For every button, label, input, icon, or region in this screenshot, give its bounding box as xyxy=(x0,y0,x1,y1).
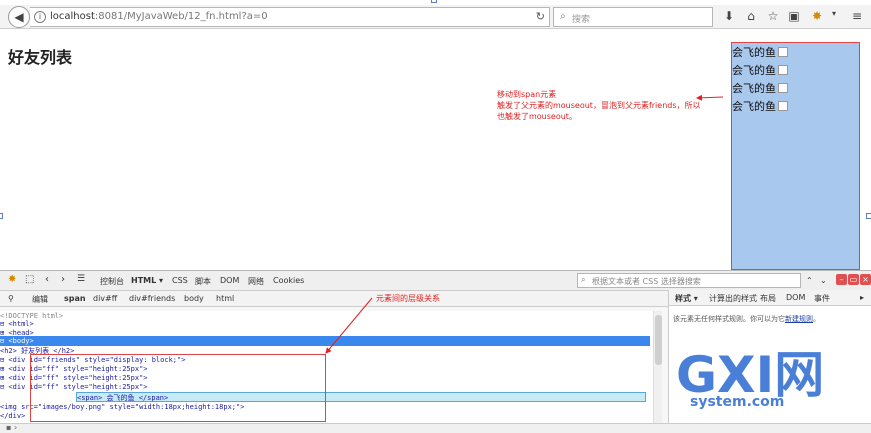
tab-computed[interactable]: 计算出的样式 xyxy=(709,293,757,304)
tab-css[interactable]: CSS xyxy=(172,276,188,285)
statusbar-icon[interactable]: ▪ › xyxy=(6,423,17,432)
tab-network[interactable]: 网络 xyxy=(248,276,264,287)
bookmark-star-icon[interactable]: ☆ xyxy=(765,9,781,23)
detach-icon[interactable]: ▭ xyxy=(848,274,859,285)
friend-item[interactable]: 会飞的鱼 xyxy=(732,43,859,61)
download-icon[interactable]: ⬇ xyxy=(721,9,737,23)
tab-dom[interactable]: DOM xyxy=(220,276,239,285)
avatar xyxy=(778,65,788,75)
annotation-box xyxy=(30,354,326,422)
crumb-span[interactable]: span xyxy=(64,294,86,303)
style-tabs: 样式 ▾ 计算出的样式 布局 DOM 事件 ▸ xyxy=(669,290,871,306)
friend-item[interactable]: 会飞的鱼 xyxy=(732,97,859,115)
firebug-icon[interactable]: ✸ xyxy=(809,9,825,23)
picker-icon[interactable]: ⚲ xyxy=(8,294,14,303)
search-down-icon[interactable]: ⌄ xyxy=(820,276,827,285)
crumb-div-ff[interactable]: div#ff xyxy=(93,294,117,303)
devtools-search-input[interactable]: 根据文本或者 CSS 选择器搜索 xyxy=(592,276,701,287)
friend-name: 会飞的鱼 xyxy=(732,82,776,95)
crumb-html[interactable]: html xyxy=(216,294,234,303)
search-bar[interactable]: ⌕ 搜索 xyxy=(553,7,713,27)
avatar xyxy=(778,83,788,93)
magnifier-icon: ⌕ xyxy=(581,275,586,284)
tab-script[interactable]: 脚本 xyxy=(195,276,211,287)
info-icon[interactable]: i xyxy=(34,11,46,23)
arrow-left-icon: ◀ xyxy=(14,10,24,24)
tab-console[interactable]: 控制台 xyxy=(100,276,124,287)
tab-style[interactable]: 样式 ▾ xyxy=(675,293,698,304)
tab-layout[interactable]: 布局 xyxy=(760,293,776,304)
avatar xyxy=(778,47,788,57)
annotation-mouseout: 移动到span元素 触发了父元素的mouseout，冒泡到父元素friends，… xyxy=(497,90,701,121)
tab-html[interactable]: HTML ▾ xyxy=(131,276,163,285)
tree-line-selected[interactable]: ⊟ <body> xyxy=(0,336,650,346)
reload-icon[interactable]: ↻ xyxy=(536,10,545,23)
friend-item[interactable]: 会飞的鱼 xyxy=(732,61,859,79)
friend-name: 会飞的鱼 xyxy=(732,46,776,59)
new-rule-link[interactable]: 新建规则 xyxy=(785,315,813,323)
page-content: 好友列表 会飞的鱼 会飞的鱼 会飞的鱼 会飞的鱼 移动到span元素 触发了父元… xyxy=(0,30,871,270)
tab-events[interactable]: 事件 xyxy=(814,293,830,304)
home-icon[interactable]: ⌂ xyxy=(743,9,759,23)
command-icon[interactable]: ☰ xyxy=(77,274,85,284)
statusbar: ▪ › xyxy=(0,423,871,433)
tab-cookies[interactable]: Cookies xyxy=(273,276,304,285)
next-icon[interactable]: › xyxy=(61,274,65,285)
menu-icon[interactable]: ≡ xyxy=(849,9,865,23)
edit-button[interactable]: 编辑 xyxy=(32,294,48,305)
annotation-hierarchy: 元素间的层级关系 xyxy=(376,294,440,303)
friends-list: 会飞的鱼 会飞的鱼 会飞的鱼 会飞的鱼 xyxy=(731,42,860,270)
url-text: localhost:8081/MyJavaWeb/12_fn.html?a=0 xyxy=(50,11,268,22)
inspect-icon[interactable]: ⬚ xyxy=(25,274,34,285)
panel-arrow-icon[interactable]: ▸ xyxy=(860,293,864,302)
devtools-toolbar: ✸ ⬚ ‹ › ☰ 控制台 HTML ▾ CSS 脚本 DOM 网络 Cooki… xyxy=(0,271,871,291)
page-title: 好友列表 xyxy=(8,48,73,67)
scrollbar-thumb[interactable] xyxy=(655,315,662,365)
style-message: 该元素无任何样式规则。你可以为它新建规则。 xyxy=(673,315,820,323)
search-up-icon[interactable]: ⌃ xyxy=(806,276,813,285)
minimize-icon[interactable]: – xyxy=(836,274,847,285)
crumb-div-friends[interactable]: div#friends xyxy=(129,294,175,303)
prev-icon[interactable]: ‹ xyxy=(45,274,49,285)
search-input[interactable]: 搜索 xyxy=(572,12,590,25)
magnifier-icon: ⌕ xyxy=(560,11,566,22)
url-bar[interactable]: i localhost:8081/MyJavaWeb/12_fn.html?a=… xyxy=(30,7,550,27)
tab-dom[interactable]: DOM xyxy=(786,293,805,302)
reader-icon[interactable]: ▣ xyxy=(786,9,802,23)
friend-name: 会飞的鱼 xyxy=(732,64,776,77)
dropdown-icon[interactable]: ▾ xyxy=(826,9,842,18)
friend-item[interactable]: 会飞的鱼 xyxy=(732,79,859,97)
avatar xyxy=(778,101,788,111)
crumb-body[interactable]: body xyxy=(184,294,204,303)
browser-toolbar: ◀ i localhost:8081/MyJavaWeb/12_fn.html?… xyxy=(0,5,871,29)
watermark-logo: GXI网 system.com xyxy=(676,346,825,410)
tree-line[interactable]: </div> xyxy=(0,411,25,421)
devtools-search[interactable]: ⌕ 根据文本或者 CSS 选择器搜索 xyxy=(577,273,801,288)
firebug-icon[interactable]: ✸ xyxy=(8,274,16,285)
friend-name: 会飞的鱼 xyxy=(732,100,776,113)
resize-handle-top[interactable] xyxy=(431,0,437,3)
back-button[interactable]: ◀ xyxy=(8,6,30,28)
close-icon[interactable]: × xyxy=(860,274,871,285)
scrollbar[interactable] xyxy=(653,311,662,423)
